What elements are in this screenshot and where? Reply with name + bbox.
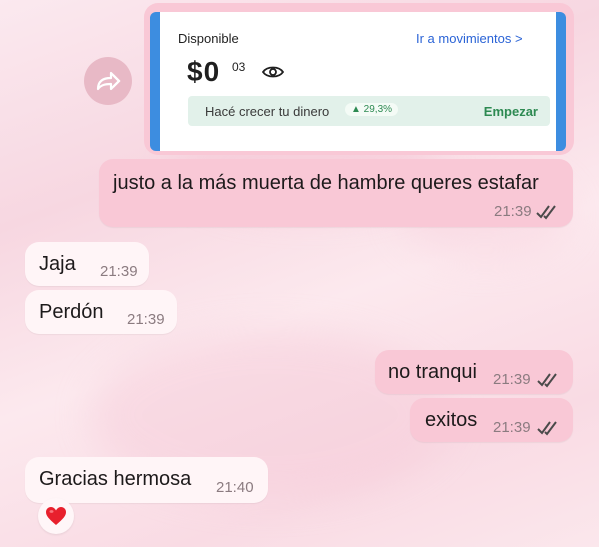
heart-icon [46,507,66,525]
message-bubble-incoming[interactable]: Gracias hermosa 21:40 [25,457,268,503]
image-time: 21:39 [494,125,532,142]
double-check-icon [537,421,557,436]
message-text: Gracias hermosa [39,468,192,490]
eye-icon [262,66,284,78]
promo-badge: ▲ 29,3% [345,103,399,116]
message-bubble-outgoing[interactable]: no tranqui 21:39 [375,350,573,394]
promo-bar: Hacé crecer tu dinero ▲ 29,3% Empezar [188,96,550,126]
message-time: 21:39 [494,203,532,220]
message-time: 21:39 [493,419,531,436]
message-text: Jaja [39,253,76,275]
card-link: Ir a movimientos > [416,31,523,46]
promo-action: Empezar [483,104,538,119]
message-time: 21:40 [216,479,254,496]
message-bubble-outgoing[interactable]: justo a la más muerta de hambre queres e… [99,159,573,227]
promo-text: Hacé crecer tu dinero [205,104,330,119]
reaction-heart[interactable] [38,498,74,534]
forward-button[interactable] [84,57,132,105]
double-check-icon [536,127,556,142]
message-text: Perdón [39,301,104,323]
message-time: 21:39 [493,371,531,388]
message-time: 21:39 [100,263,138,280]
double-check-icon [537,373,557,388]
message-text: justo a la más muerta de hambre queres e… [113,172,539,194]
message-bubble-outgoing[interactable]: exitos 21:39 [410,398,573,442]
message-text: no tranqui [388,361,477,383]
double-check-icon [536,205,556,220]
message-text: exitos [425,409,478,431]
card-amount: $0 [187,56,221,87]
card-title: Disponible [178,31,239,46]
message-bubble-incoming[interactable]: Jaja 21:39 [25,242,149,286]
message-bubble-incoming[interactable]: Perdón 21:39 [25,290,177,334]
card-amount-cents: 03 [232,60,246,74]
forward-icon [96,71,121,91]
message-time: 21:39 [127,311,165,328]
